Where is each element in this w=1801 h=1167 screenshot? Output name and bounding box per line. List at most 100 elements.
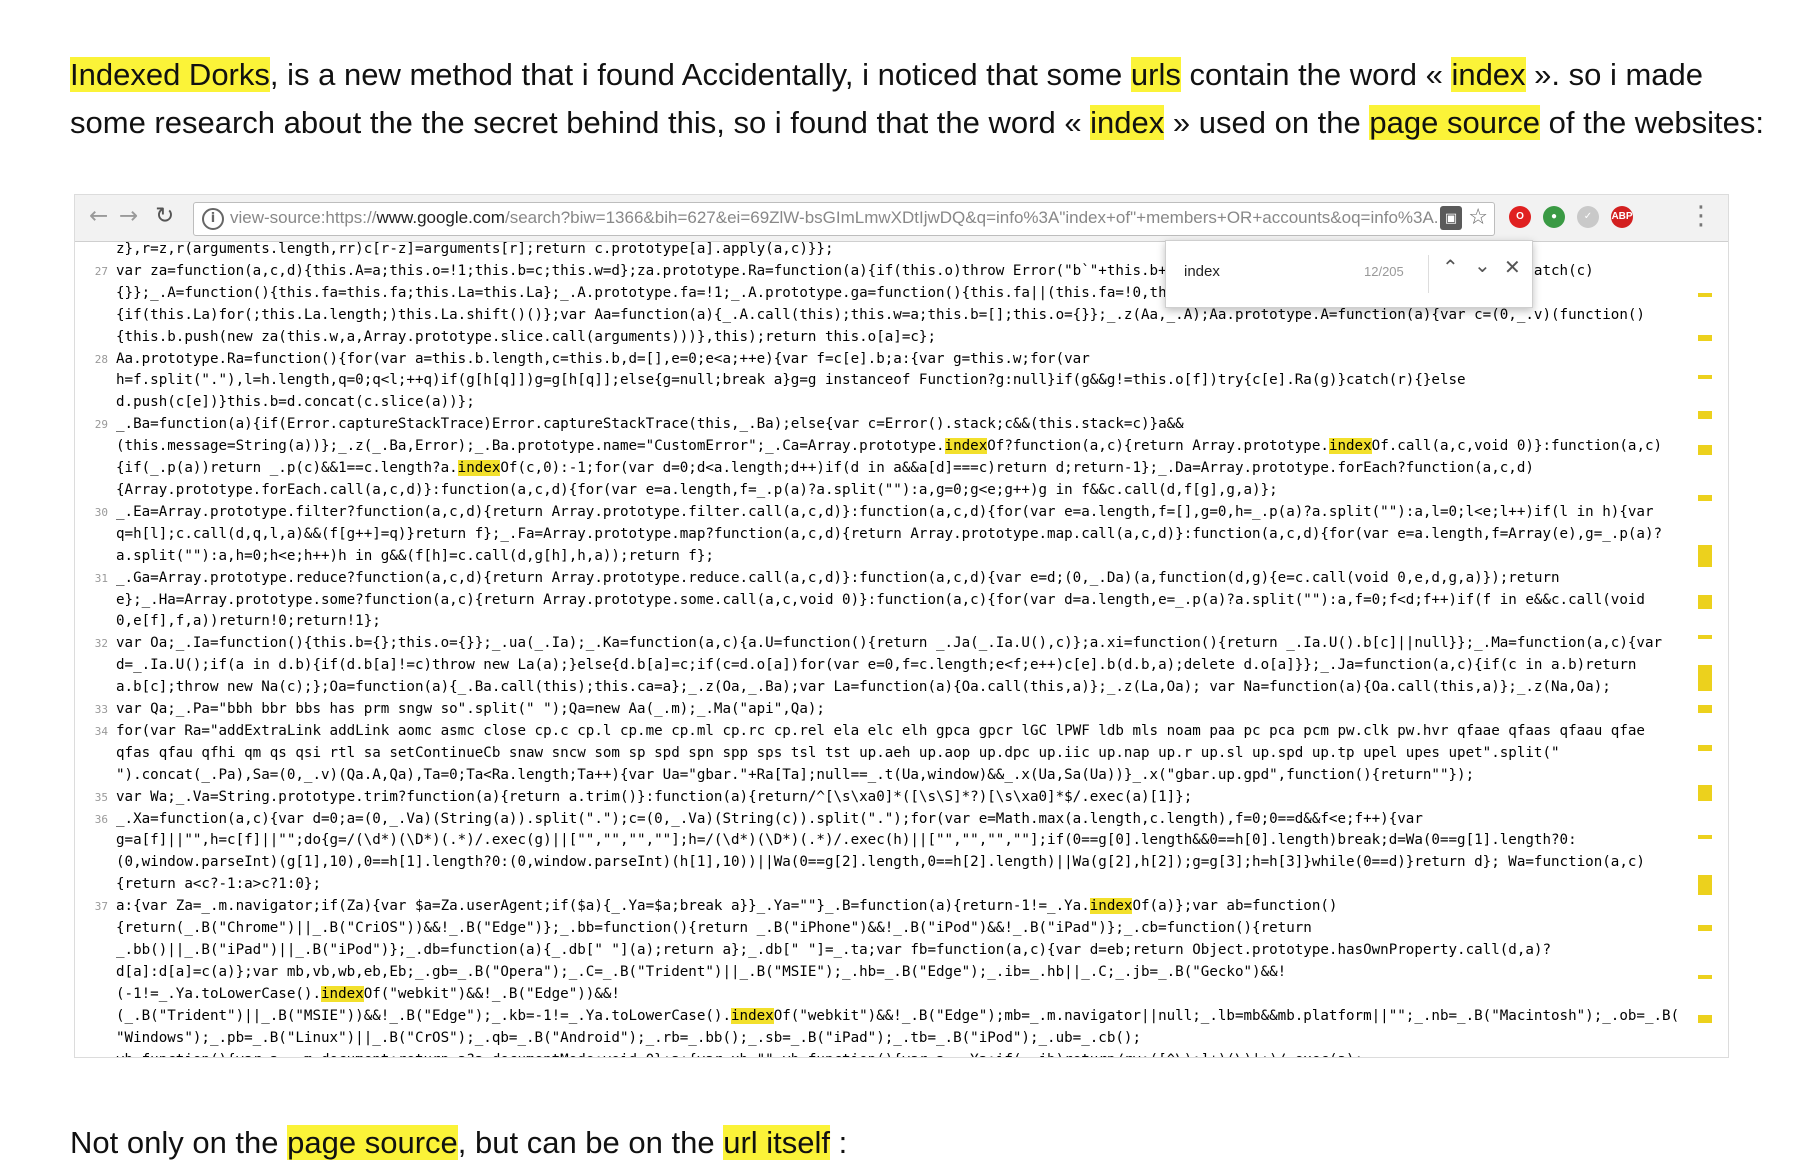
code-text: h=f.split("."),l=h.length,q=0;q<l;++q)if… (116, 372, 1466, 389)
code-line: 29 _.Ba=function(a){if(Error.captureStack… (75, 414, 1665, 436)
check-extension-icon[interactable]: ✓ (1577, 206, 1599, 228)
line-number (75, 852, 116, 874)
code-text: _.Ea=Array.prototype.filter?function(a,c… (116, 503, 1654, 520)
code-text: d.push(c[e])}this.b=d.concat(c.slice(a))… (116, 394, 475, 411)
code-text: _.bb()||_.B("iPad")||_.B("iPod")};_.db=f… (116, 942, 1551, 958)
code-text: {return(_.B("Chrome")||_.B("CriOS"))&&!_… (116, 920, 1312, 937)
info-icon[interactable]: i (202, 208, 224, 230)
line-number (75, 611, 116, 633)
line-number: 37 (94, 900, 108, 914)
browser-screenshot: ← → ↻ i view-source:https://www.google.c… (74, 194, 1729, 1058)
find-divider (1428, 255, 1429, 293)
highlighted-term: page source (287, 1125, 458, 1160)
code-text: for(var Ra="addExtraLink addLink aomc as… (116, 722, 1645, 739)
code-line: {if(this.La)for(;this.La.length;)this.La… (75, 305, 1665, 327)
highlighted-term: url itself (723, 1125, 831, 1160)
code-text: {this.b.push(new za(this.w,a,Array.proto… (116, 328, 936, 345)
code-text: {Array.prototype.forEach.call(a,c,d)}:fu… (116, 481, 1278, 498)
line-number (75, 370, 116, 392)
line-number: 30 (94, 505, 108, 519)
line-number: 34 (94, 724, 108, 738)
code-line: 34 for(var Ra="addExtraLink addLink aomc … (75, 721, 1665, 743)
code-line: {Array.prototype.forEach.call(a,c,d)}:fu… (75, 480, 1665, 502)
line-number (75, 918, 116, 940)
code-line: 32 var Oa;_.Ia=function(){this.b={};this.… (75, 633, 1665, 655)
line-number (75, 940, 116, 962)
adblock-plus-icon[interactable]: ABP (1611, 206, 1633, 228)
find-match-count: 12/205 (1364, 264, 1404, 279)
find-bar: index 12/205 ⌃ ⌄ ✕ (1165, 240, 1533, 308)
code-line: (0,window.parseInt)(g[1],10),0==h[1].len… (75, 852, 1665, 874)
line-number (75, 677, 116, 699)
code-text: (_.B("Trident")||_.B("MSIE"))&&!_.B("Edg… (116, 1007, 1680, 1024)
reload-icon[interactable]: ↻ (155, 203, 174, 229)
text-run: of the websites: (1540, 105, 1765, 140)
code-line: (this.message=String(a))};_.z(_.Ba,Error… (75, 436, 1665, 458)
code-text: d=_.Ia.U();if(a in d.b){if(d.b[a]!=c)thr… (116, 657, 1637, 674)
find-close-icon[interactable]: ✕ (1504, 255, 1521, 279)
line-number (75, 590, 116, 612)
code-line: g=a[f]||"",h=c[f]||"";do{g=/(\d*)(\D*)(.… (75, 830, 1665, 852)
bookmark-star-icon[interactable]: ☆ (1468, 204, 1488, 230)
code-text: a.b[c];throw new Na(c);};Oa=function(a){… (116, 679, 1611, 696)
find-match: index (321, 985, 364, 1002)
find-match: index (1328, 438, 1372, 455)
line-number (75, 283, 116, 305)
page-source-code: z},r=z,r(arguments.length,rr)c[r-z]=argu… (75, 239, 1679, 1057)
find-match: index (944, 438, 988, 455)
forward-arrow-icon[interactable]: → (119, 203, 138, 229)
line-number (75, 480, 116, 502)
line-number (75, 1050, 116, 1057)
line-number (75, 546, 116, 568)
browser-toolbar: ← → ↻ i view-source:https://www.google.c… (75, 195, 1728, 242)
line-number: 28 (94, 352, 108, 366)
code-text: d[a]:d[a]=c(a)};var mb,vb,wb,eb,Eb;_.gb=… (116, 963, 1287, 980)
line-number (75, 305, 116, 327)
code-text: z},r=z,r(arguments.length,rr)c[r-z]=argu… (116, 241, 834, 257)
find-in-page-icon[interactable]: ▣ (1440, 206, 1462, 230)
opera-extension-icon[interactable]: O (1509, 206, 1531, 228)
line-number (75, 524, 116, 546)
code-line: 0,e[f],f,a))return!0;return!1}; (75, 611, 1665, 633)
code-text: "Windows");_.pb=_.B("Linux")||_.B("CrOS"… (116, 1029, 1141, 1046)
back-arrow-icon[interactable]: ← (89, 203, 108, 229)
line-number (75, 962, 116, 984)
line-number (75, 874, 116, 896)
code-text: (this.message=String(a))};_.z(_.Ba,Error… (116, 438, 1663, 455)
code-text: q=h[l];c.call(d,q,l,a)&&(f[g++]=q)}retur… (116, 525, 1663, 542)
find-query-input[interactable]: index (1184, 263, 1220, 280)
text-run: : (830, 1125, 848, 1160)
code-text: {if(_.p(a))return _.p(c)&&1==c.length?a.… (116, 460, 1534, 477)
code-text: var Wa;_.Va=String.prototype.trim?functi… (116, 788, 1193, 805)
code-line: 28 Aa.prototype.Ra=function(){for(var a=t… (75, 349, 1665, 371)
line-number (75, 830, 116, 852)
code-text: {return a<c?-1:a>c?1:0}; (116, 876, 321, 893)
find-previous-icon[interactable]: ⌃ (1442, 255, 1459, 279)
find-next-icon[interactable]: ⌄ (1474, 253, 1491, 277)
code-line: {if(_.p(a))return _.p(c)&&1==c.length?a.… (75, 458, 1665, 480)
code-text: qfas qfau qfhi qm qs qsi rtl sa setConti… (116, 744, 1560, 761)
line-number (75, 392, 116, 414)
code-line: q=h[l];c.call(d,q,l,a)&&(f[g++]=q)}retur… (75, 524, 1665, 546)
code-line: a.split(""):a,h=0;h<e;h++)h in g&&(f[h]=… (75, 546, 1665, 568)
code-text: e};_.Ha=Array.prototype.some?function(a,… (116, 591, 1645, 608)
code-text: (0,window.parseInt)(g[1],10),0==h[1].len… (116, 854, 1645, 871)
code-text: var Qa;_.Pa="bbh bbr bbs has prm sngw so… (116, 701, 825, 718)
line-number (75, 655, 116, 677)
line-number: 35 (94, 790, 108, 804)
text-run: Not only on the (70, 1125, 288, 1160)
highlighted-term: page source (1369, 105, 1541, 140)
code-line: {return a<c?-1:a>c?1:0}; (75, 874, 1665, 896)
highlighted-term: index (1090, 105, 1165, 140)
code-text: _.Ga=Array.prototype.reduce?function(a,c… (116, 569, 1560, 586)
globe-extension-icon[interactable]: ● (1543, 206, 1565, 228)
code-line: d.push(c[e])}this.b=d.concat(c.slice(a))… (75, 392, 1665, 414)
highlighted-term: Indexed Dorks (70, 57, 270, 92)
highlighted-term: urls (1130, 57, 1181, 92)
code-text: a.split(""):a,h=0;h<e;h++)h in g&&(f[h]=… (116, 547, 714, 564)
address-bar[interactable]: i view-source:https://www.google.com/sea… (193, 202, 1495, 236)
code-text: {if(this.La)for(;this.La.length;)this.La… (116, 306, 1645, 323)
menu-kebab-icon[interactable]: ⋮ (1688, 201, 1714, 231)
code-line: 30 _.Ea=Array.prototype.filter?function(a… (75, 502, 1665, 524)
code-line: 36 _.Xa=function(a,c){var d=0;a=(0,_.Va)(… (75, 809, 1665, 831)
